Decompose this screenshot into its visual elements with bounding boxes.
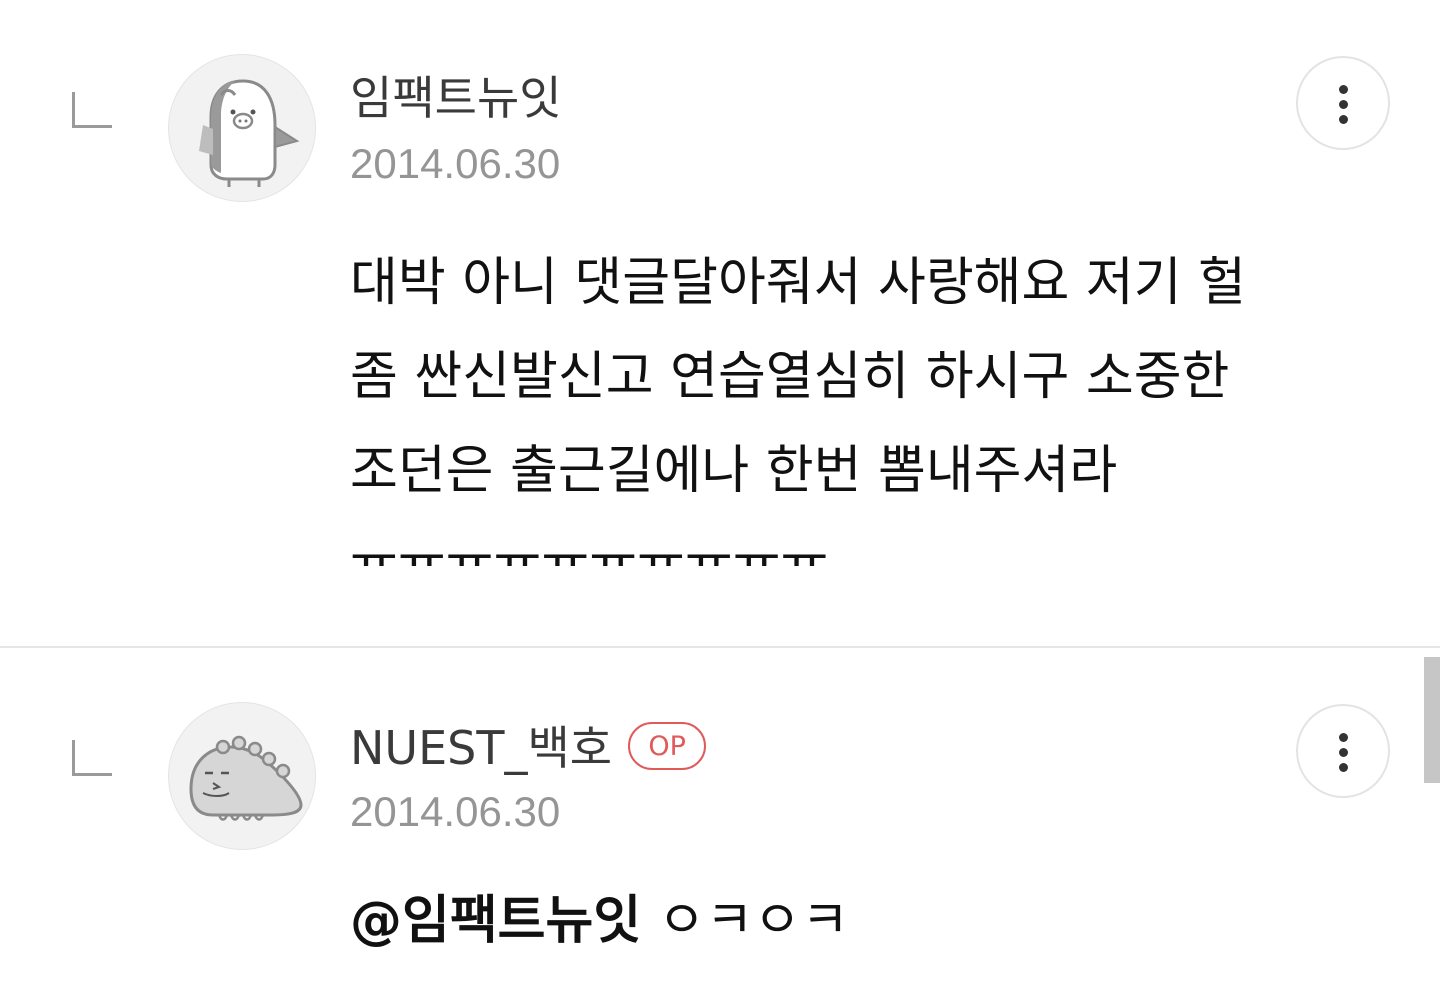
more-options-button[interactable] [1296, 56, 1390, 150]
dinosaur-avatar-icon[interactable] [168, 702, 316, 850]
author-name[interactable]: NUEST_백호 [350, 721, 612, 775]
more-vertical-icon-dot [1339, 763, 1348, 772]
comment-author: NUEST_백호 OP [350, 718, 707, 778]
op-badge: OP [628, 721, 707, 770]
comment-thread: 임팩트뉴잇 2014.06.30 대박 아니 댓글달아줘서 사랑해요 저기 헐 … [0, 0, 1440, 995]
reply-indent-icon [72, 92, 112, 128]
more-vertical-icon-dot [1339, 100, 1348, 109]
more-options-button[interactable] [1296, 704, 1390, 798]
comment-body: 대박 아니 댓글달아줘서 사랑해요 저기 헐 좀 싼신발신고 연습열심히 하시구… [350, 253, 1246, 566]
more-vertical-icon-dot [1339, 115, 1348, 124]
comment-author[interactable]: 임팩트뉴잇 [350, 68, 562, 128]
penguin-avatar-icon[interactable] [168, 54, 316, 202]
more-vertical-icon-dot [1339, 748, 1348, 757]
more-vertical-icon [1339, 85, 1348, 94]
comment-body: @임팩트뉴잇 ㅇㅋㅇㅋ [350, 886, 849, 956]
comment-body-text: ㅇㅋㅇㅋ [641, 891, 850, 951]
comment-date: 2014.06.30 [350, 788, 561, 835]
reply-indent-icon [72, 740, 112, 776]
mention-link[interactable]: @임팩트뉴잇 [350, 891, 641, 951]
reply-comment: 임팩트뉴잇 2014.06.30 대박 아니 댓글달아줘서 사랑해요 저기 헐 … [0, 0, 1440, 646]
reply-comment: NUEST_백호 OP 2014.06.30 @임팩트뉴잇 ㅇㅋㅇㅋ [0, 648, 1440, 995]
comment-date: 2014.06.30 [350, 140, 561, 187]
more-vertical-icon [1339, 733, 1348, 742]
scrollbar-thumb[interactable] [1424, 657, 1440, 783]
